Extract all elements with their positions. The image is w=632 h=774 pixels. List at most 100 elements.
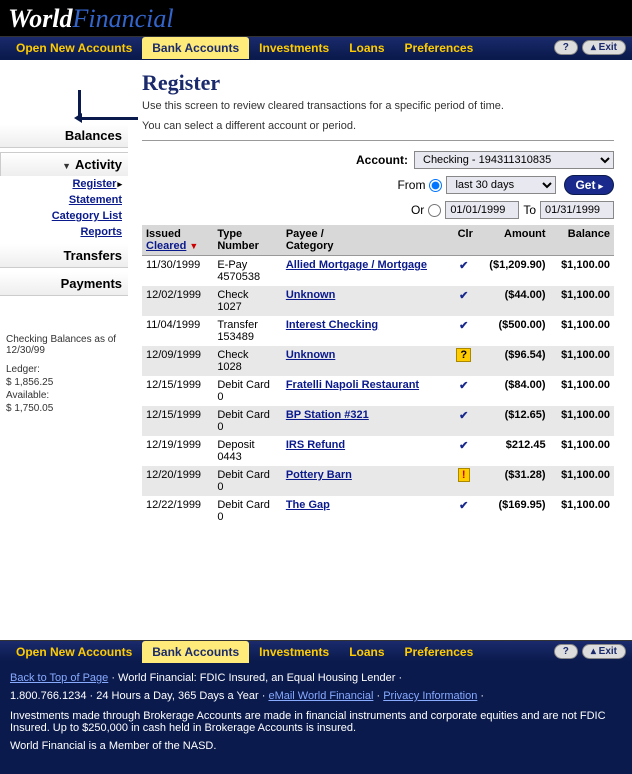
table-row: 12/09/1999Check1028Unknown?($96.54)$1,10… bbox=[142, 346, 614, 376]
cell-clr: ✔ bbox=[451, 286, 477, 316]
cell-date: 11/04/1999 bbox=[142, 316, 213, 346]
nav-investments[interactable]: Investments bbox=[249, 39, 339, 57]
available-value: $ 1,750.05 bbox=[6, 403, 132, 414]
exit-button-bottom[interactable]: ▴ Exit bbox=[582, 644, 626, 659]
back-to-top-link[interactable]: Back to Top of Page bbox=[10, 672, 108, 684]
help-button[interactable]: ? bbox=[554, 40, 578, 55]
bnav-bank-accounts[interactable]: Bank Accounts bbox=[142, 641, 249, 663]
col-balance[interactable]: Balance bbox=[550, 225, 614, 256]
payee-link[interactable]: Pottery Barn bbox=[286, 469, 352, 481]
date-to-input[interactable] bbox=[540, 201, 614, 219]
logo-financial: Financial bbox=[73, 4, 174, 33]
page-desc1: Use this screen to review cleared transa… bbox=[142, 100, 614, 112]
cell-date: 12/15/1999 bbox=[142, 376, 213, 406]
cell-clr: ! bbox=[451, 466, 477, 496]
page-desc2: You can select a different account or pe… bbox=[142, 120, 614, 132]
page-title: Register bbox=[142, 70, 614, 96]
cell-amount: ($44.00) bbox=[477, 286, 550, 316]
sidebar-link-statement[interactable]: Statement bbox=[0, 192, 128, 208]
chevron-down-icon: ▼ bbox=[62, 161, 71, 171]
get-button[interactable]: Get bbox=[564, 175, 614, 195]
sidebar-link-reports[interactable]: Reports bbox=[0, 224, 128, 240]
nav-preferences[interactable]: Preferences bbox=[395, 39, 484, 57]
bnav-preferences[interactable]: Preferences bbox=[395, 643, 484, 661]
cell-date: 11/30/1999 bbox=[142, 256, 213, 287]
logo: WorldFinancial bbox=[8, 3, 174, 34]
col-clr[interactable]: Clr bbox=[451, 225, 477, 256]
bnav-open-accounts[interactable]: Open New Accounts bbox=[6, 643, 142, 661]
cell-balance: $1,100.00 bbox=[550, 406, 614, 436]
from-label: From bbox=[397, 178, 425, 192]
sidebar-tab-transfers[interactable]: Transfers bbox=[0, 244, 128, 268]
from-range-radio[interactable] bbox=[429, 179, 442, 192]
check-icon: ✔ bbox=[459, 290, 468, 302]
account-label: Account: bbox=[356, 153, 408, 167]
bnav-loans[interactable]: Loans bbox=[339, 643, 394, 661]
exit-button[interactable]: ▴ Exit bbox=[582, 40, 626, 55]
table-row: 11/04/1999Transfer153489Interest Checkin… bbox=[142, 316, 614, 346]
payee-link[interactable]: Interest Checking bbox=[286, 319, 378, 331]
payee-link[interactable]: The Gap bbox=[286, 499, 330, 511]
payee-link[interactable]: Fratelli Napoli Restaurant bbox=[286, 379, 419, 391]
cell-type: Debit Card0 bbox=[213, 466, 282, 496]
cell-date: 12/09/1999 bbox=[142, 346, 213, 376]
col-amount[interactable]: Amount bbox=[477, 225, 550, 256]
check-icon: ✔ bbox=[459, 320, 468, 332]
table-row: 12/19/1999Deposit0443IRS Refund✔$212.45$… bbox=[142, 436, 614, 466]
col-payee[interactable]: Payee /Category bbox=[282, 225, 451, 256]
payee-link[interactable]: IRS Refund bbox=[286, 439, 345, 451]
col-issued[interactable]: IssuedCleared ▼ bbox=[142, 225, 213, 256]
cell-type: E-Pay4570538 bbox=[213, 256, 282, 287]
check-icon: ✔ bbox=[459, 410, 468, 422]
privacy-link[interactable]: Privacy Information bbox=[383, 690, 477, 702]
check-icon: ✔ bbox=[459, 260, 468, 272]
nav-open-accounts[interactable]: Open New Accounts bbox=[6, 39, 142, 57]
cell-clr: ? bbox=[451, 346, 477, 376]
cell-amount: ($96.54) bbox=[477, 346, 550, 376]
from-date-radio[interactable] bbox=[428, 204, 441, 217]
cell-balance: $1,100.00 bbox=[550, 256, 614, 287]
cell-balance: $1,100.00 bbox=[550, 436, 614, 466]
account-select[interactable]: Checking - 194311310835 bbox=[414, 151, 614, 169]
sidebar-tab-activity[interactable]: ▼Activity bbox=[0, 152, 128, 176]
cell-amount: ($169.95) bbox=[477, 496, 550, 526]
cell-type: Debit Card0 bbox=[213, 406, 282, 436]
cell-clr: ✔ bbox=[451, 406, 477, 436]
cell-balance: $1,100.00 bbox=[550, 316, 614, 346]
table-row: 12/02/1999Check1027Unknown✔($44.00)$1,10… bbox=[142, 286, 614, 316]
nav-arrow-icon bbox=[78, 90, 138, 120]
payee-link[interactable]: Allied Mortgage / Mortgage bbox=[286, 259, 427, 271]
date-from-input[interactable] bbox=[445, 201, 519, 219]
range-select[interactable]: last 30 days bbox=[446, 176, 556, 194]
sidebar-tab-payments[interactable]: Payments bbox=[0, 272, 128, 296]
cell-clr: ✔ bbox=[451, 316, 477, 346]
cell-clr: ✔ bbox=[451, 496, 477, 526]
balance-info-title: Checking Balances as of 12/30/99 bbox=[6, 334, 132, 356]
payee-link[interactable]: Unknown bbox=[286, 349, 336, 361]
col-type[interactable]: TypeNumber bbox=[213, 225, 282, 256]
cell-type: Check1028 bbox=[213, 346, 282, 376]
email-link[interactable]: eMail World Financial bbox=[268, 690, 373, 702]
sort-cleared[interactable]: Cleared bbox=[146, 240, 186, 252]
cell-amount: ($1,209.90) bbox=[477, 256, 550, 287]
footer-nasd: World Financial is a Member of the NASD. bbox=[10, 740, 622, 752]
bnav-investments[interactable]: Investments bbox=[249, 643, 339, 661]
sidebar-tab-balances[interactable]: Balances bbox=[0, 124, 128, 148]
sidebar-link-register[interactable]: Register bbox=[0, 176, 128, 192]
help-button-bottom[interactable]: ? bbox=[554, 644, 578, 659]
top-nav: Open New Accounts Bank Accounts Investme… bbox=[0, 36, 632, 60]
bottom-nav: Open New Accounts Bank Accounts Investme… bbox=[0, 640, 632, 664]
footer-disclaimer: Investments made through Brokerage Accou… bbox=[10, 710, 622, 734]
header-bar: WorldFinancial bbox=[0, 0, 632, 36]
footer-text: Back to Top of Page · World Financial: F… bbox=[0, 664, 632, 774]
cell-amount: ($84.00) bbox=[477, 376, 550, 406]
nav-bank-accounts[interactable]: Bank Accounts bbox=[142, 37, 249, 59]
nav-loans[interactable]: Loans bbox=[339, 39, 394, 57]
payee-link[interactable]: BP Station #321 bbox=[286, 409, 369, 421]
sidebar: Balances ▼Activity Register Statement Ca… bbox=[0, 60, 138, 620]
sidebar-link-category[interactable]: Category List bbox=[0, 208, 128, 224]
payee-link[interactable]: Unknown bbox=[286, 289, 336, 301]
ledger-value: $ 1,856.25 bbox=[6, 377, 132, 388]
ledger-label: Ledger: bbox=[6, 364, 132, 375]
available-label: Available: bbox=[6, 390, 132, 401]
